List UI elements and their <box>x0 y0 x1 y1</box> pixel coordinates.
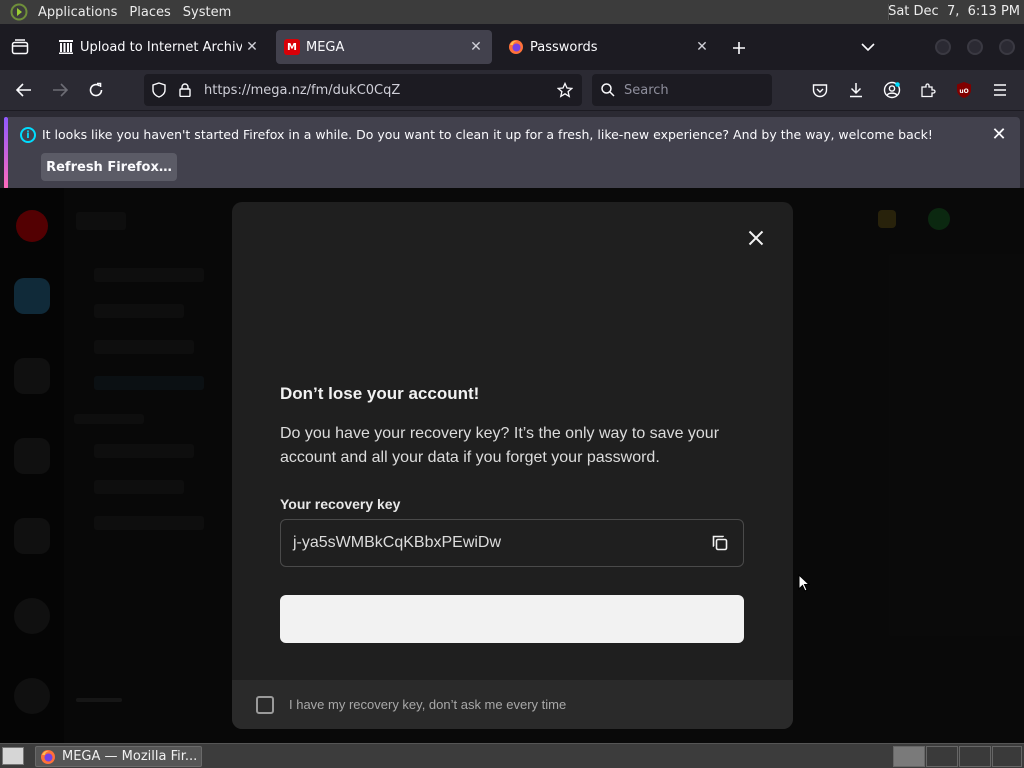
bookmark-star-icon[interactable] <box>554 79 576 101</box>
workspace-3[interactable] <box>959 746 991 767</box>
info-icon: i <box>20 127 36 143</box>
recovery-key-value[interactable]: j-ya5sWMBkCqKBbxPEwiDw <box>293 534 709 552</box>
dont-ask-checkbox[interactable] <box>256 695 274 714</box>
pocket-icon <box>812 83 828 97</box>
search-placeholder: Search <box>624 82 669 98</box>
search-bar[interactable]: Search <box>592 74 772 106</box>
dialog-description: Do you have your recovery key? It’s the … <box>280 425 720 466</box>
places-menu[interactable]: Places <box>129 5 170 20</box>
recovery-key-dialog: Don’t lose your account! Do you have you… <box>232 202 793 729</box>
tab-title: Passwords <box>530 39 598 55</box>
workspace-2[interactable] <box>926 746 958 767</box>
hamburger-menu-icon <box>994 84 1006 96</box>
list-all-tabs-button[interactable] <box>857 36 879 58</box>
navigation-toolbar: https://mega.nz/fm/dukC0CqZ Search uO <box>0 70 1024 110</box>
close-window-button[interactable] <box>999 39 1015 55</box>
page-content: Don’t lose your account! Do you have you… <box>0 188 1024 743</box>
downloads-button[interactable] <box>844 78 868 102</box>
close-tab-icon[interactable]: ✕ <box>242 37 262 57</box>
mouse-cursor-icon <box>798 574 810 592</box>
tab-strip: Upload to Internet Archive ✕ M MEGA ✕ Pa… <box>0 24 1024 70</box>
download-key-button[interactable] <box>280 595 744 643</box>
workspace-1[interactable] <box>893 746 925 767</box>
maximize-window-button[interactable] <box>967 39 983 55</box>
copy-icon <box>712 535 728 551</box>
refresh-firefox-button[interactable]: Refresh Firefox… <box>41 153 177 181</box>
ublock-button[interactable]: uO <box>952 78 976 102</box>
account-button[interactable] <box>880 78 904 102</box>
puzzle-piece-icon <box>921 83 936 98</box>
account-icon <box>883 81 901 99</box>
dialog-footer: I have my recovery key, don’t ask me eve… <box>232 680 793 729</box>
distro-logo-icon[interactable] <box>8 3 30 21</box>
address-bar[interactable]: https://mega.nz/fm/dukC0CqZ <box>144 74 582 106</box>
system-menu[interactable]: System <box>183 5 231 20</box>
firefox-icon <box>508 39 524 55</box>
tab-upload-archive[interactable]: Upload to Internet Archive ✕ <box>50 30 268 64</box>
os-top-panel: Applications Places System Sat Dec 7, 6:… <box>0 0 1024 24</box>
lock-icon[interactable] <box>174 79 196 101</box>
copy-key-button[interactable] <box>709 532 731 554</box>
mega-icon: M <box>284 39 300 55</box>
applications-menu[interactable]: Applications <box>38 5 117 20</box>
forward-arrow-icon <box>53 83 68 97</box>
new-tab-button[interactable] <box>728 37 750 59</box>
url-text[interactable]: https://mega.nz/fm/dukC0CqZ <box>204 83 550 98</box>
show-desktop-icon[interactable] <box>2 747 24 765</box>
minimize-window-button[interactable] <box>935 39 951 55</box>
extensions-button[interactable] <box>916 78 940 102</box>
app-menu-button[interactable] <box>988 78 1012 102</box>
notification-message: It looks like you haven't started Firefo… <box>42 127 933 142</box>
forward-button[interactable] <box>48 78 72 102</box>
os-taskbar: MEGA — Mozilla Fir... <box>0 743 1024 768</box>
close-icon <box>748 230 764 246</box>
tab-passwords[interactable]: Passwords ✕ <box>500 30 718 64</box>
notification-accent-stripe <box>4 117 8 189</box>
chevron-down-icon <box>861 43 875 52</box>
recovery-key-field[interactable]: j-ya5sWMBkCqKBbxPEwiDw <box>280 519 744 567</box>
close-tab-icon[interactable]: ✕ <box>466 37 486 57</box>
taskbar-task-title: MEGA — Mozilla Fir... <box>62 749 198 764</box>
tab-mega[interactable]: M MEGA ✕ <box>276 30 492 64</box>
download-icon <box>850 83 862 98</box>
taskbar-firefox-window[interactable]: MEGA — Mozilla Fir... <box>35 746 202 767</box>
search-icon <box>598 80 618 100</box>
ublock-origin-icon: uO <box>957 82 971 98</box>
firefox-view-icon <box>11 39 29 55</box>
svg-text:uO: uO <box>959 88 968 95</box>
pocket-button[interactable] <box>808 78 832 102</box>
recovery-key-label: Your recovery key <box>280 496 401 512</box>
workspace-4[interactable] <box>992 746 1022 767</box>
reload-button[interactable] <box>84 78 108 102</box>
tracking-shield-icon[interactable] <box>148 79 170 101</box>
clock[interactable]: Sat Dec 7, 6:13 PM <box>888 4 1020 19</box>
plus-icon <box>733 42 745 54</box>
tab-title: MEGA <box>306 39 345 55</box>
back-button[interactable] <box>12 78 36 102</box>
firefox-view-button[interactable] <box>0 24 40 70</box>
dialog-heading: Don’t lose your account! <box>280 384 480 403</box>
firefox-icon <box>41 749 55 764</box>
close-dialog-button[interactable] <box>742 224 770 252</box>
refresh-firefox-notification: i It looks like you haven't started Fire… <box>0 110 1024 191</box>
close-notification-icon[interactable]: ✕ <box>988 123 1010 145</box>
tab-title: Upload to Internet Archive <box>80 39 242 55</box>
notification-body: i It looks like you haven't started Fire… <box>8 117 1020 191</box>
reload-icon <box>89 82 103 97</box>
dont-ask-label[interactable]: I have my recovery key, don’t ask me eve… <box>289 697 566 712</box>
close-tab-icon[interactable]: ✕ <box>692 37 712 57</box>
archive-icon <box>58 39 74 55</box>
back-arrow-icon <box>16 83 31 97</box>
